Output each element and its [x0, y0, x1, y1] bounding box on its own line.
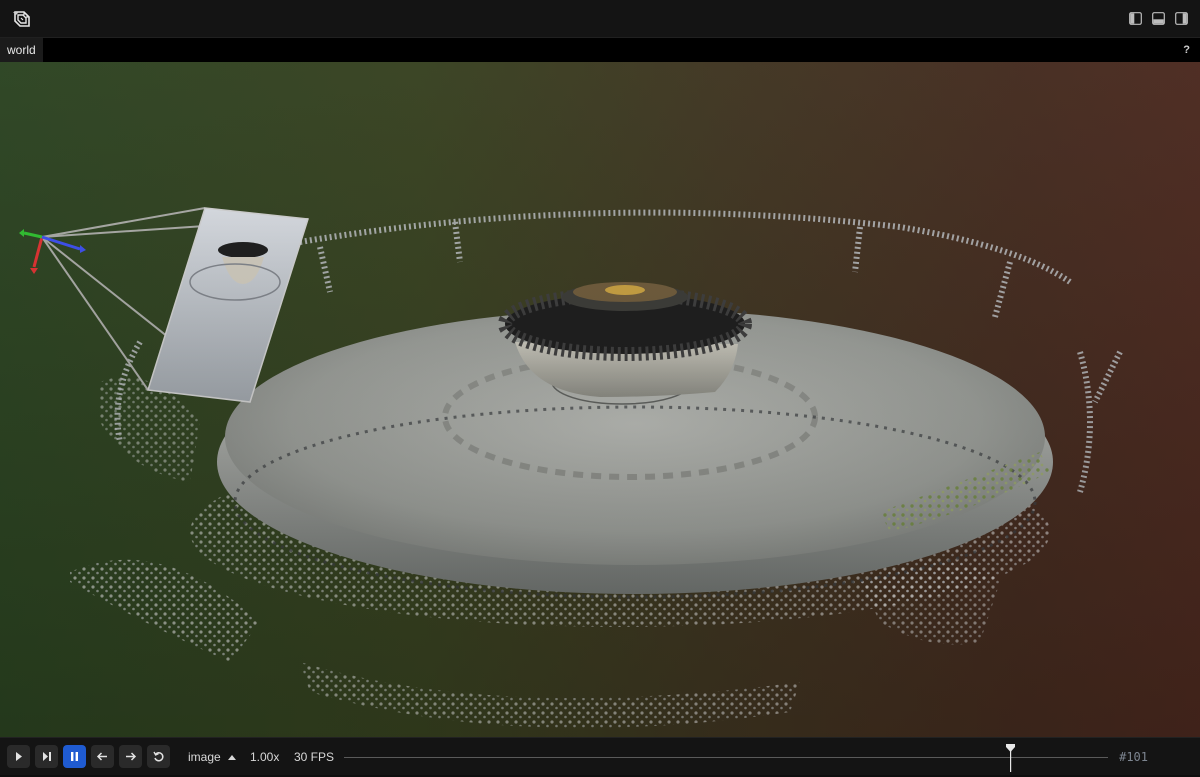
help-button[interactable]: ?: [1183, 38, 1190, 62]
pause-icon: [71, 752, 78, 761]
tab-world[interactable]: world: [0, 38, 43, 62]
z-axis-arrow: [41, 235, 81, 251]
timeline-selector[interactable]: image: [188, 738, 237, 776]
loop-button[interactable]: [147, 745, 170, 768]
left-panel-toggle-icon[interactable]: [1129, 12, 1142, 25]
current-frame-label: #101: [1119, 750, 1148, 764]
timeline-name: image: [188, 750, 221, 764]
step-back-button[interactable]: [91, 745, 114, 768]
top-bar: [0, 0, 1200, 38]
point-cloud-scene: [19, 207, 1123, 728]
x-axis-arrow: [32, 236, 44, 268]
view-tab-bar: world ?: [0, 38, 1200, 62]
pause-button[interactable]: [63, 745, 86, 768]
scrubber-handle-icon: [1006, 744, 1015, 772]
loop-icon: [153, 751, 164, 762]
play-icon: [16, 752, 22, 761]
bottom-panel-toggle-icon[interactable]: [1152, 12, 1165, 25]
spatial-3d-viewport[interactable]: [0, 62, 1200, 737]
step-to-end-button[interactable]: [35, 745, 58, 768]
triangle-up-icon: [228, 755, 237, 760]
right-panel-toggle-icon[interactable]: [1175, 12, 1188, 25]
y-axis-arrow: [23, 231, 43, 239]
timeline-track[interactable]: [344, 757, 1108, 758]
fps-selector[interactable]: 30 FPS: [294, 738, 334, 776]
playback-speed[interactable]: 1.00x: [250, 738, 279, 776]
time-panel: image 1.00x 30 FPS #101: [0, 737, 1200, 775]
arrow-left-icon: [96, 752, 107, 761]
play-button[interactable]: [7, 745, 30, 768]
camera-frustum: [41, 207, 309, 403]
step-forward-button[interactable]: [119, 745, 142, 768]
chevron-down-icon: [13, 12, 19, 15]
step-end-icon: [43, 752, 51, 761]
arrow-right-icon: [126, 752, 137, 761]
app-menu-button[interactable]: [12, 9, 44, 29]
time-scrubber[interactable]: [1005, 744, 1016, 772]
